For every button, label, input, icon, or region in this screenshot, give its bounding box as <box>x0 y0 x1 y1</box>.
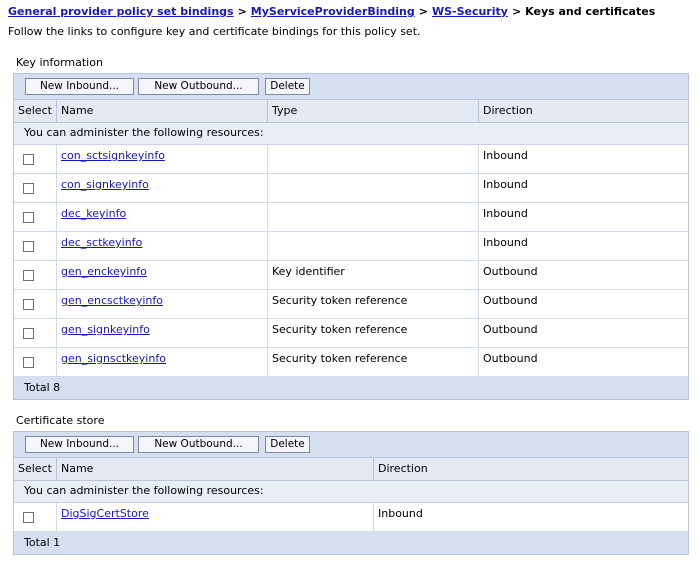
key-name-link[interactable]: dec_keyinfo <box>61 207 126 220</box>
cert-new-outbound-button[interactable]: New Outbound... <box>138 436 259 453</box>
cert-total: Total 1 <box>14 532 688 554</box>
key-toolbar: New Inbound... New Outbound... Delete <box>14 74 688 100</box>
key-section-title: Key information <box>16 56 103 69</box>
key-new-outbound-button[interactable]: New Outbound... <box>138 78 259 95</box>
row-checkbox[interactable] <box>23 241 34 252</box>
key-type-cell <box>268 203 479 231</box>
cert-name-link[interactable]: DigSigCertStore <box>61 507 149 520</box>
row-checkbox[interactable] <box>23 154 34 165</box>
key-name-link[interactable]: dec_sctkeyinfo <box>61 236 142 249</box>
breadcrumb-link-binding[interactable]: MyServiceProviderBinding <box>251 5 415 18</box>
key-type-cell <box>268 232 479 260</box>
key-info-panel: New Inbound... New Outbound... Delete Se… <box>13 73 689 400</box>
cert-store-panel: New Inbound... New Outbound... Delete Se… <box>13 431 689 555</box>
table-row: gen_signkeyinfo Security token reference… <box>14 319 688 348</box>
key-new-inbound-button[interactable]: New Inbound... <box>25 78 134 95</box>
table-row: gen_signsctkeyinfo Security token refere… <box>14 348 688 377</box>
column-header-direction[interactable]: Direction <box>374 458 688 480</box>
key-total: Total 8 <box>14 377 688 399</box>
breadcrumb-separator: > <box>511 5 522 18</box>
key-type-cell: Security token reference <box>268 348 479 376</box>
breadcrumb: General provider policy set bindings > MyS… <box>8 5 655 18</box>
table-row: gen_encsctkeyinfo Security token referen… <box>14 290 688 319</box>
key-name-link[interactable]: gen_enckeyinfo <box>61 265 147 278</box>
cert-direction-cell: Inbound <box>378 507 423 520</box>
key-type-cell: Security token reference <box>268 290 479 318</box>
key-direction-cell: Inbound <box>483 236 528 249</box>
key-delete-button[interactable]: Delete <box>265 78 310 95</box>
page-description: Follow the links to configure key and ce… <box>8 25 421 38</box>
key-name-link[interactable]: con_sctsignkeyinfo <box>61 149 165 162</box>
key-name-link[interactable]: gen_signkeyinfo <box>61 323 150 336</box>
key-resources-info: You can administer the following resourc… <box>14 123 688 145</box>
key-direction-cell: Inbound <box>483 178 528 191</box>
key-type-cell: Key identifier <box>268 261 479 289</box>
key-direction-cell: Inbound <box>483 207 528 220</box>
row-checkbox[interactable] <box>23 183 34 194</box>
key-type-cell <box>268 145 479 173</box>
column-header-direction[interactable]: Direction <box>479 100 688 122</box>
cert-table-header: Select Name Direction <box>14 458 688 481</box>
row-checkbox[interactable] <box>23 512 34 523</box>
table-row: con_signkeyinfo Inbound <box>14 174 688 203</box>
key-table-header: Select Name Type Direction <box>14 100 688 123</box>
column-header-name[interactable]: Name <box>57 100 268 122</box>
breadcrumb-separator: > <box>237 5 247 18</box>
key-table-body: con_sctsignkeyinfo Inbound con_signkeyin… <box>14 145 688 377</box>
row-checkbox[interactable] <box>23 212 34 223</box>
row-checkbox[interactable] <box>23 299 34 310</box>
table-row: dec_sctkeyinfo Inbound <box>14 232 688 261</box>
cert-delete-button[interactable]: Delete <box>265 436 310 453</box>
key-direction-cell: Outbound <box>483 323 538 336</box>
column-header-select[interactable]: Select <box>14 458 57 480</box>
key-direction-cell: Inbound <box>483 149 528 162</box>
breadcrumb-link-ws-security[interactable]: WS-Security <box>432 5 508 18</box>
breadcrumb-current: Keys and certificates <box>525 5 656 18</box>
key-direction-cell: Outbound <box>483 265 538 278</box>
table-row: dec_keyinfo Inbound <box>14 203 688 232</box>
breadcrumb-link-provider-bindings[interactable]: General provider policy set bindings <box>8 5 234 18</box>
cert-toolbar: New Inbound... New Outbound... Delete <box>14 432 688 458</box>
key-direction-cell: Outbound <box>483 352 538 365</box>
key-name-link[interactable]: gen_encsctkeyinfo <box>61 294 163 307</box>
key-type-cell: Security token reference <box>268 319 479 347</box>
table-row: DigSigCertStore Inbound <box>14 503 688 532</box>
breadcrumb-separator: > <box>418 5 428 18</box>
key-type-cell <box>268 174 479 202</box>
row-checkbox[interactable] <box>23 270 34 281</box>
key-direction-cell: Outbound <box>483 294 538 307</box>
cert-new-inbound-button[interactable]: New Inbound... <box>25 436 134 453</box>
cert-resources-info: You can administer the following resourc… <box>14 481 688 503</box>
table-row: con_sctsignkeyinfo Inbound <box>14 145 688 174</box>
key-name-link[interactable]: gen_signsctkeyinfo <box>61 352 166 365</box>
column-header-select[interactable]: Select <box>14 100 57 122</box>
column-header-type[interactable]: Type <box>268 100 479 122</box>
cert-table-body: DigSigCertStore Inbound <box>14 503 688 532</box>
row-checkbox[interactable] <box>23 328 34 339</box>
key-name-link[interactable]: con_signkeyinfo <box>61 178 149 191</box>
row-checkbox[interactable] <box>23 357 34 368</box>
cert-section-title: Certificate store <box>16 414 105 427</box>
column-header-name[interactable]: Name <box>57 458 374 480</box>
table-row: gen_enckeyinfo Key identifier Outbound <box>14 261 688 290</box>
